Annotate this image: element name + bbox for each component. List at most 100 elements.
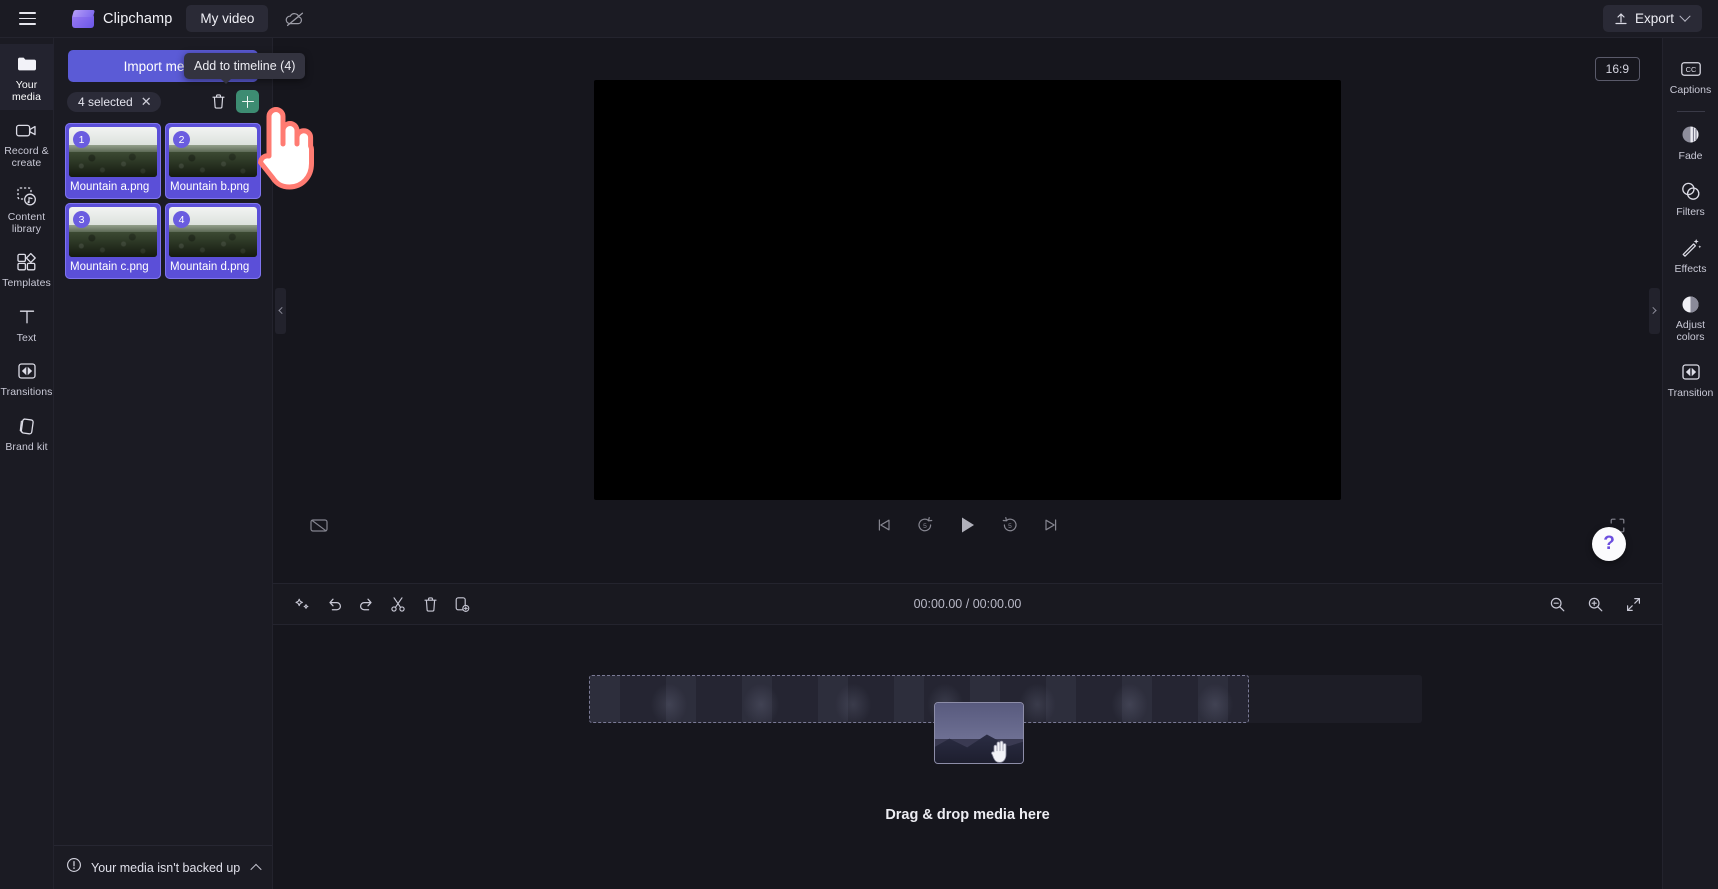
transitions-icon	[17, 360, 37, 382]
timeline-time-display: 00:00.00 / 00:00.00	[273, 597, 1662, 611]
project-tab[interactable]: My video	[186, 5, 269, 32]
panel-item-adjust-colors[interactable]: Adjust colors	[1663, 283, 1718, 351]
timeline-toolbar: 00:00.00 / 00:00.00	[273, 583, 1662, 625]
clipchamp-app: Clipchamp My video Export Your media Rec…	[0, 0, 1718, 889]
sidebar-label: Text	[16, 331, 37, 344]
zoom-in-icon[interactable]	[1584, 593, 1606, 615]
drop-hint-label: Drag & drop media here	[885, 807, 1050, 823]
filters-icon	[1680, 180, 1702, 202]
panel-item-filters[interactable]: Filters	[1663, 170, 1718, 227]
aspect-ratio-badge[interactable]: 16:9	[1594, 57, 1640, 81]
cloud-off-icon[interactable]	[282, 7, 308, 31]
panel-label: Filters	[1676, 206, 1705, 218]
collapse-left-panel-button[interactable]	[275, 287, 286, 334]
add-to-timeline-button[interactable]	[236, 90, 259, 113]
sidebar-item-templates[interactable]: Templates	[0, 242, 54, 297]
skip-to-start-icon[interactable]	[876, 517, 892, 533]
selection-chip[interactable]: 4 selected ✕	[67, 91, 161, 112]
cc-icon: CC	[1680, 58, 1702, 80]
selection-order-badge: 1	[73, 131, 90, 148]
svg-text:5: 5	[923, 523, 927, 530]
timeline-tools	[291, 593, 473, 615]
sidebar-item-content-library[interactable]: Content library	[0, 176, 54, 242]
sidebar-item-brand-kit[interactable]: Brand kit	[0, 406, 54, 461]
export-label: Export	[1634, 11, 1674, 26]
selection-row: 4 selected ✕	[54, 82, 272, 119]
help-button[interactable]: ?	[1592, 527, 1626, 561]
current-time: 00:00.00	[913, 597, 963, 611]
media-thumbnail: 3	[69, 207, 157, 257]
media-item-name: Mountain d.png	[170, 261, 250, 273]
fade-icon	[1680, 124, 1701, 146]
panel-item-captions[interactable]: CC Captions	[1663, 48, 1718, 105]
content-library-icon	[16, 185, 38, 207]
collapse-right-panel-button[interactable]	[1649, 287, 1660, 334]
text-icon	[18, 306, 36, 328]
left-rail: Your media Record & create Content libra…	[0, 38, 54, 889]
play-icon[interactable]	[958, 515, 977, 535]
fit-to-screen-icon[interactable]	[1622, 593, 1644, 615]
preview-area: 16:9 5 5 ?	[273, 38, 1662, 583]
media-panel: Import media Add to timeline (4) 4 selec…	[54, 38, 306, 889]
adjust-colors-icon	[1680, 293, 1701, 315]
sidebar-item-text[interactable]: Text	[0, 297, 54, 352]
svg-text:CC: CC	[1685, 65, 1696, 74]
grab-hand-cursor-icon	[990, 738, 1012, 769]
sidebar-label: Templates	[2, 277, 51, 289]
effects-icon	[1680, 237, 1702, 259]
upload-icon	[1615, 12, 1627, 24]
panel-item-transition[interactable]: Transition	[1663, 351, 1718, 408]
brand-kit-icon	[17, 415, 37, 437]
sidebar-label: Brand kit	[5, 440, 48, 453]
backup-notice-bar[interactable]: Your media isn't backed up	[54, 845, 272, 889]
video-preview[interactable]	[594, 79, 1341, 500]
close-icon[interactable]: ✕	[141, 95, 152, 108]
sidebar-label: Your media	[11, 79, 42, 103]
trash-icon[interactable]	[419, 593, 441, 615]
duplicate-icon[interactable]	[451, 593, 473, 615]
sidebar-item-transitions[interactable]: Transitions	[0, 351, 54, 406]
transition-icon	[1681, 361, 1701, 383]
sidebar-item-record-create[interactable]: Record & create	[0, 110, 54, 176]
video-camera-icon	[15, 119, 38, 141]
folder-icon	[16, 53, 38, 75]
media-item-name: Mountain c.png	[70, 261, 149, 273]
export-button[interactable]: Export	[1602, 5, 1702, 32]
panel-label: Transition	[1667, 387, 1714, 399]
zoom-out-icon[interactable]	[1546, 593, 1568, 615]
media-item[interactable]: 4 Mountain d.png	[165, 203, 261, 279]
chevron-up-icon[interactable]	[250, 863, 262, 875]
rewind-5-icon[interactable]: 5	[916, 516, 934, 534]
hamburger-menu-icon[interactable]	[10, 4, 44, 34]
templates-icon	[16, 251, 37, 273]
import-row: Import media Add to timeline (4)	[54, 38, 306, 84]
app-body: Your media Record & create Content libra…	[0, 38, 1718, 889]
media-thumbnail: 4	[169, 207, 257, 257]
media-item[interactable]: 2 Mountain b.png	[165, 123, 261, 199]
media-item[interactable]: 3 Mountain c.png	[65, 203, 161, 279]
media-item-name: Mountain a.png	[70, 181, 150, 193]
right-rail: CC Captions Fade Filters Effects Adjust …	[1662, 38, 1718, 889]
timeline-zoom-controls	[1546, 593, 1644, 615]
scissors-icon[interactable]	[387, 593, 409, 615]
cc-off-icon[interactable]	[309, 517, 329, 534]
sidebar-item-your-media[interactable]: Your media	[0, 44, 54, 110]
media-thumbnail: 1	[69, 127, 157, 177]
panel-item-fade[interactable]: Fade	[1663, 114, 1718, 171]
media-thumbnail: 2	[169, 127, 257, 177]
magic-wand-icon[interactable]	[291, 593, 313, 615]
undo-icon[interactable]	[323, 593, 345, 615]
skip-to-end-icon[interactable]	[1043, 517, 1059, 533]
media-item[interactable]: 1 Mountain a.png	[65, 123, 161, 199]
timeline-drop-placeholder[interactable]	[589, 675, 1249, 723]
redo-icon[interactable]	[355, 593, 377, 615]
panel-label: Captions	[1669, 84, 1712, 96]
panel-item-effects[interactable]: Effects	[1663, 227, 1718, 284]
trash-icon[interactable]	[207, 91, 229, 113]
panel-label: Effects	[1674, 262, 1707, 275]
forward-5-icon[interactable]: 5	[1001, 516, 1019, 534]
selection-order-badge: 2	[173, 131, 190, 148]
media-thumbnail-grid: 1 Mountain a.png 2 Mountain b.png 3 Moun…	[54, 119, 272, 279]
info-circle-icon	[66, 857, 82, 878]
clipchamp-logo-icon	[71, 9, 96, 29]
